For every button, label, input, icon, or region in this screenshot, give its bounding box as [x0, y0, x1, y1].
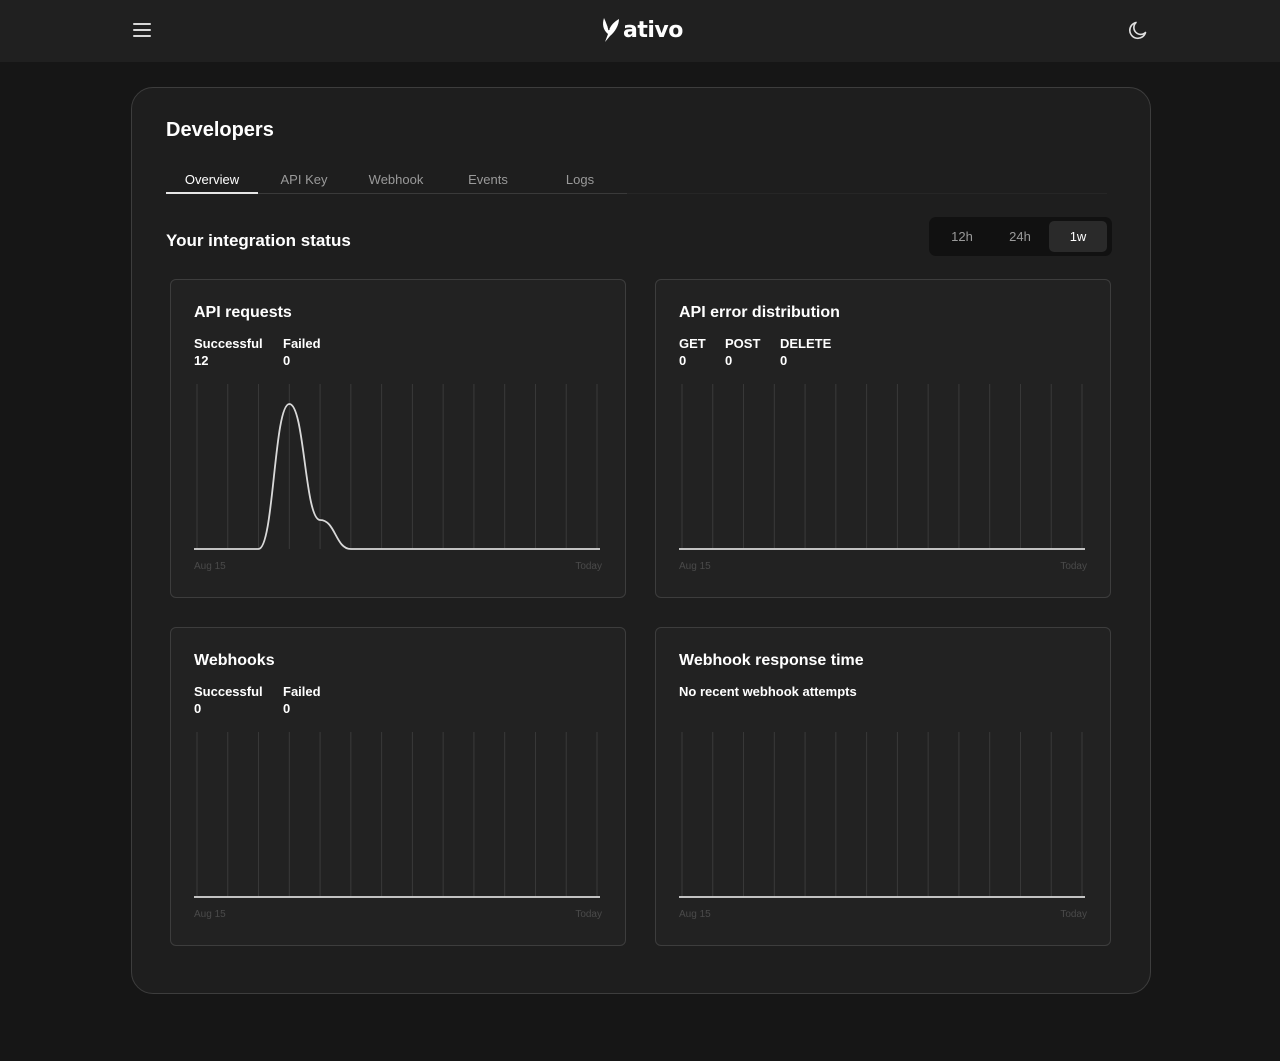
api-requests-chart	[194, 384, 600, 550]
menu-line	[133, 35, 151, 37]
range-12h-button[interactable]: 12h	[933, 221, 991, 252]
stat-value: 12	[194, 353, 209, 368]
stat-label: Failed	[283, 684, 321, 699]
stat-label: GET	[679, 336, 706, 351]
tab-divider	[627, 193, 1107, 194]
webhooks-card: Webhooks Successful 0 Failed 0 Aug 15 To…	[170, 627, 626, 946]
axis-end-label: Today	[1060, 909, 1087, 920]
axis-end-label: Today	[575, 909, 602, 920]
stat-value: 0	[283, 353, 291, 368]
logo-mark-icon	[603, 18, 619, 42]
menu-line	[133, 23, 151, 25]
stat-label: DELETE	[780, 336, 832, 351]
stat-value: 0	[725, 353, 733, 368]
stat-value: 0	[283, 701, 291, 716]
webhook-response-time-card: Webhook response time No recent webhook …	[655, 627, 1111, 946]
webhook-response-chart	[679, 732, 1085, 898]
stat-post: POST 0	[725, 335, 760, 369]
stat-delete: DELETE 0	[780, 335, 831, 369]
stat-failed: Failed 0	[283, 683, 321, 717]
stat-value: 0	[194, 701, 202, 716]
stat-label: Successful	[194, 336, 263, 351]
page-title: Developers	[166, 119, 274, 141]
axis-start-label: Aug 15	[679, 909, 711, 920]
card-title: API requests	[194, 304, 292, 321]
range-24h-button[interactable]: 24h	[991, 221, 1049, 252]
logo[interactable]: ativo	[600, 15, 683, 45]
card-title: API error distribution	[679, 304, 840, 321]
stat-label: POST	[725, 336, 761, 351]
tab-api-key[interactable]: API Key	[258, 168, 350, 194]
hamburger-menu-icon[interactable]	[130, 18, 154, 42]
stat-value: 0	[679, 353, 687, 368]
range-1w-button[interactable]: 1w	[1049, 221, 1107, 252]
api-error-chart	[679, 384, 1085, 550]
empty-state-note: No recent webhook attempts	[679, 684, 857, 699]
chart-series-line	[194, 403, 600, 550]
moon-icon[interactable]	[1126, 18, 1150, 42]
developers-panel: Developers Overview API Key Webhook Even…	[131, 87, 1151, 994]
axis-end-label: Today	[575, 561, 602, 572]
top-bar: ativo	[0, 0, 1280, 62]
axis-start-label: Aug 15	[194, 909, 226, 920]
api-error-distribution-card: API error distribution GET 0 POST 0 DELE…	[655, 279, 1111, 598]
stat-label: Failed	[283, 336, 321, 351]
time-range-selector: 12h 24h 1w	[929, 217, 1112, 256]
axis-start-label: Aug 15	[194, 561, 226, 572]
tab-webhook[interactable]: Webhook	[350, 168, 442, 194]
axis-start-label: Aug 15	[679, 561, 711, 572]
stat-successful: Successful 0	[194, 683, 263, 717]
webhooks-chart	[194, 732, 600, 898]
tab-logs[interactable]: Logs	[534, 168, 626, 194]
logo-text: ativo	[623, 17, 683, 43]
stat-get: GET 0	[679, 335, 706, 369]
section-title: Your integration status	[166, 231, 351, 250]
card-title: Webhook response time	[679, 652, 864, 669]
axis-end-label: Today	[1060, 561, 1087, 572]
stat-value: 0	[780, 353, 788, 368]
tab-overview[interactable]: Overview	[166, 168, 258, 194]
tab-events[interactable]: Events	[442, 168, 534, 194]
menu-line	[133, 29, 151, 31]
api-requests-card: API requests Successful 12 Failed 0 Aug …	[170, 279, 626, 598]
card-title: Webhooks	[194, 652, 275, 669]
stat-label: Successful	[194, 684, 263, 699]
stat-failed: Failed 0	[283, 335, 321, 369]
stat-successful: Successful 12	[194, 335, 263, 369]
tab-bar: Overview API Key Webhook Events Logs	[166, 168, 627, 194]
